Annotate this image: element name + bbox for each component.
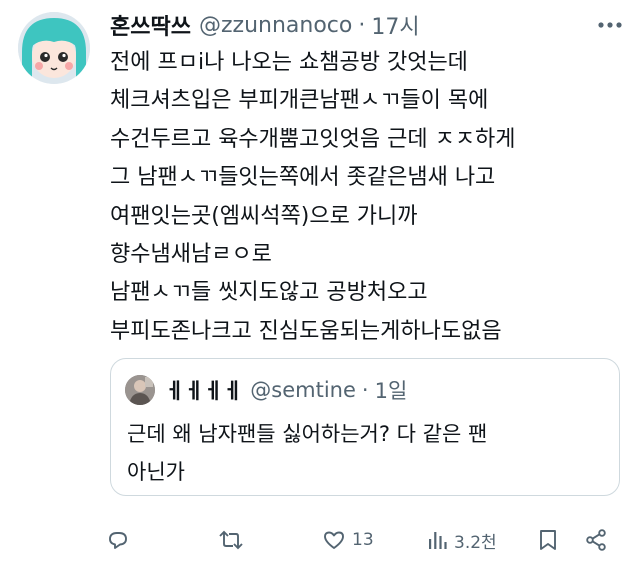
- quoted-tweet-line: 아닌가: [127, 460, 185, 484]
- bookmark-button[interactable]: [538, 522, 558, 558]
- more-options-icon[interactable]: [594, 10, 626, 40]
- quoted-tweet-header: ㅔㅔㅔㅔ @semtine · 1일: [165, 373, 407, 407]
- reply-icon: [109, 532, 127, 549]
- tweet-header: 혼쓰딱쓰 @zzunnanoco · 17시: [110, 8, 580, 42]
- tweet-line: 전에 프ㅁi나 나오는 쇼챔공방 갓엇는데: [110, 50, 468, 75]
- quoted-avatar-photo: [125, 375, 155, 405]
- quoted-tweet[interactable]: ㅔㅔㅔㅔ @semtine · 1일 근데 왜 남자팬들 싫어하는거? 다 같은…: [110, 358, 620, 496]
- quoted-author-handle[interactable]: @semtine: [250, 378, 356, 402]
- tweet-line: 수건두르고 육수개뿜고잇엇음 근데 ㅈㅈ하게: [110, 126, 516, 152]
- quoted-author-avatar[interactable]: [125, 375, 155, 405]
- separator-dot: ·: [358, 12, 366, 38]
- retweet-icon: [219, 530, 243, 550]
- reply-button[interactable]: [106, 522, 136, 558]
- view-count: 3.2천: [454, 532, 497, 553]
- quoted-post-time[interactable]: 1일: [375, 375, 408, 405]
- retweet-button[interactable]: [218, 522, 250, 558]
- tweet-line: 체크셔츠입은 부피개큰남팬ㅅㄲ들이 목에: [110, 88, 489, 114]
- quoted-author-name[interactable]: ㅔㅔㅔㅔ: [165, 375, 242, 405]
- tweet-action-bar: 13 3.2천: [100, 522, 620, 558]
- tweet-line: 남팬ㅅㄲ들 씻지도않고 공방처오고: [110, 280, 428, 306]
- tweet-line: 그 남팬ㅅㄲ들잇는쪽에서 좃같은냄새 나고: [110, 165, 496, 191]
- post-time[interactable]: 17시: [371, 9, 419, 41]
- quoted-tweet-text: 근데 왜 남자팬들 싫어하는거? 다 같은 팬 아닌가: [127, 415, 607, 491]
- quoted-tweet-line: 근데 왜 남자팬들 싫어하는거? 다 같은 팬: [127, 422, 488, 446]
- separator-dot: ·: [361, 378, 369, 402]
- author-avatar[interactable]: [18, 12, 90, 84]
- author-name[interactable]: 혼쓰딱쓰: [110, 9, 191, 41]
- views-icon: [429, 532, 447, 549]
- heart-icon: [324, 531, 344, 549]
- share-button[interactable]: [584, 522, 608, 558]
- tweet-line: 향수냄새남ㄹㅇ로: [110, 242, 272, 268]
- like-button[interactable]: 13: [322, 522, 374, 558]
- author-handle[interactable]: @zzunnanoco: [199, 13, 352, 38]
- tweet-line: 여팬잇는곳(엠씨석쪽)으로 가니까: [110, 203, 418, 229]
- bookmark-icon: [540, 530, 556, 550]
- avatar-illustration: [18, 12, 90, 84]
- tweet-text: 전에 프ㅁi나 나오는 쇼챔공방 갓엇는데 체크셔츠입은 부피개큰남팬ㅅㄲ들이 …: [110, 44, 630, 351]
- views-button[interactable]: 3.2천: [426, 522, 497, 558]
- share-icon: [586, 529, 606, 551]
- like-count: 13: [352, 530, 374, 550]
- tweet-line: 부피도존나크고 진심도움되는게하나도없음: [110, 318, 502, 344]
